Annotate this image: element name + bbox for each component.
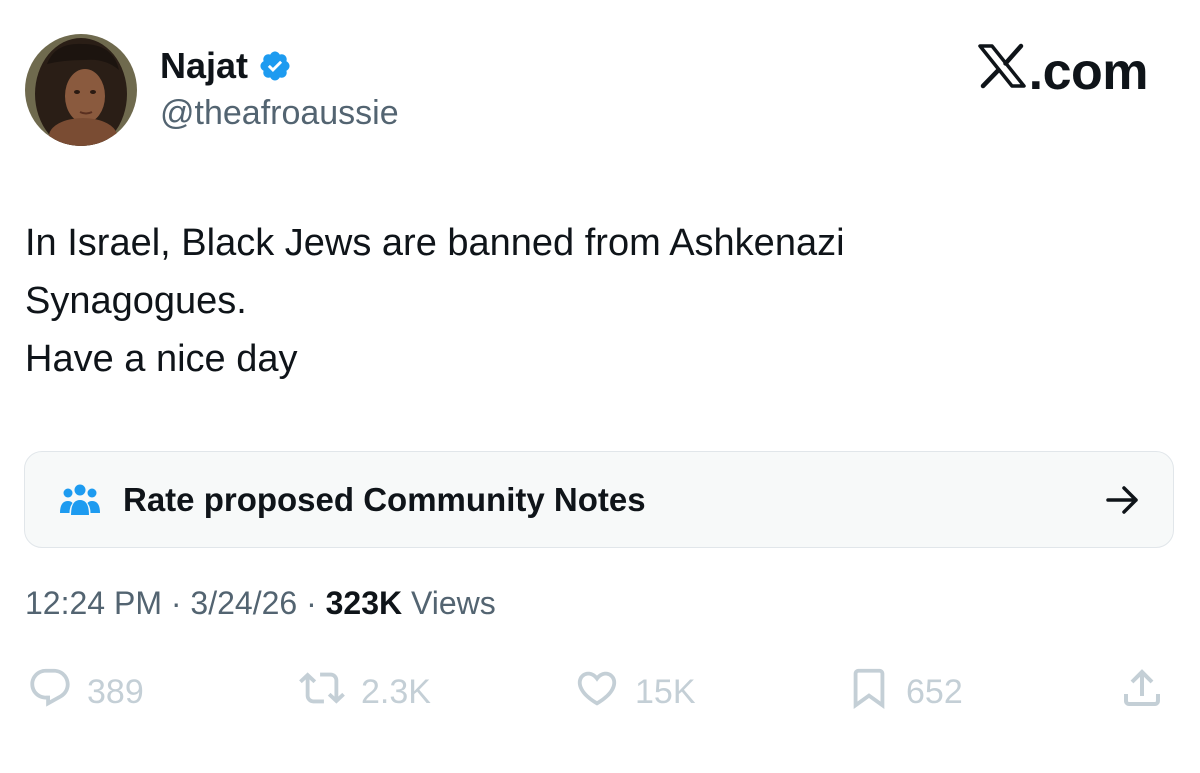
arrow-right-icon — [1103, 480, 1143, 520]
people-group-icon — [59, 483, 101, 517]
tweet-line: In Israel, Black Jews are banned from As… — [25, 222, 845, 264]
repost-icon — [297, 665, 347, 720]
bookmark-button[interactable]: 652 — [846, 666, 963, 718]
tweet-line: Synagogues. — [25, 280, 247, 322]
site-logo-suffix: .com — [1028, 43, 1149, 101]
heart-icon — [573, 665, 621, 720]
reply-count: 389 — [87, 672, 144, 711]
like-count: 15K — [635, 672, 696, 711]
verified-badge-icon[interactable] — [258, 49, 292, 83]
bookmark-icon — [846, 665, 892, 720]
reply-button[interactable]: 389 — [27, 666, 144, 718]
repost-count: 2.3K — [361, 672, 431, 711]
tweet-meta: 12:24 PM · 3/24/26 · 323K Views — [25, 582, 496, 624]
x-logo-icon — [977, 42, 1027, 102]
bookmark-count: 652 — [906, 672, 963, 711]
site-logo: .com — [977, 42, 1149, 102]
author-display-name[interactable]: Najat — [160, 44, 248, 88]
tweet-line: Have a nice day — [25, 338, 298, 380]
avatar-image — [25, 34, 137, 146]
community-notes-label: Rate proposed Community Notes — [123, 480, 646, 518]
tweet-text: In Israel, Black Jews are banned from As… — [25, 214, 1145, 388]
meta-separator: · — [297, 585, 326, 621]
reply-icon — [27, 665, 73, 720]
views-label: Views — [402, 585, 496, 621]
views-count[interactable]: 323K — [326, 585, 403, 621]
like-button[interactable]: 15K — [573, 666, 696, 718]
author-handle[interactable]: @theafroaussie — [160, 92, 399, 134]
author-name-row: Najat — [160, 44, 292, 88]
tweet-date[interactable]: 3/24/26 — [190, 585, 297, 621]
share-icon — [1118, 664, 1166, 721]
avatar[interactable] — [25, 34, 137, 146]
repost-button[interactable]: 2.3K — [297, 666, 431, 718]
tweet-time[interactable]: 12:24 PM — [25, 585, 162, 621]
share-button[interactable] — [1118, 666, 1166, 718]
community-notes-button[interactable]: Rate proposed Community Notes — [24, 451, 1174, 548]
meta-separator: · — [161, 585, 191, 621]
